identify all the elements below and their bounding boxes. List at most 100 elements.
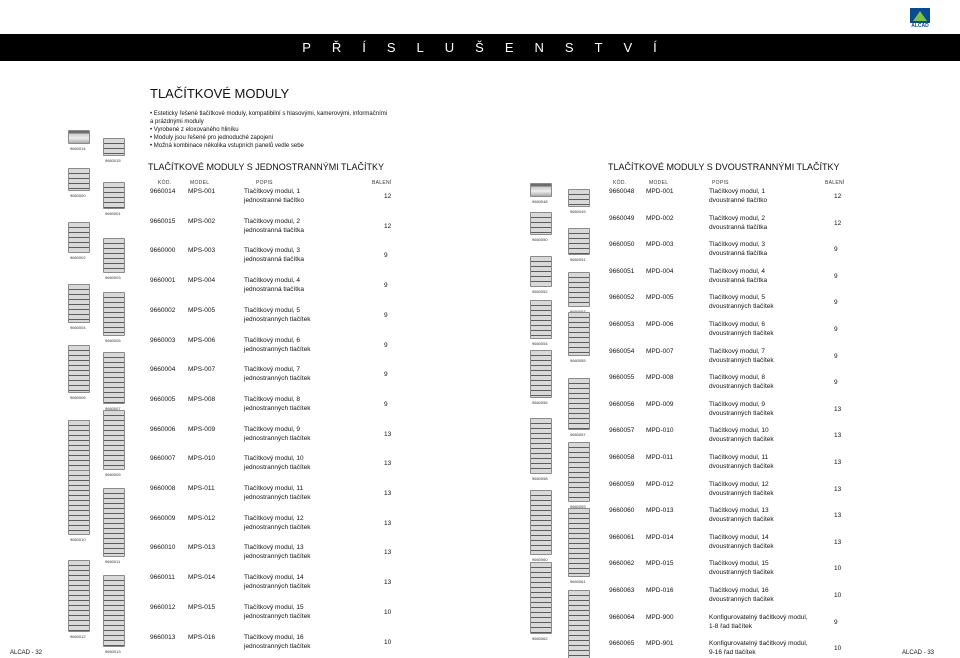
description-line-2: jednostranných tlačítek bbox=[244, 375, 311, 383]
product-description: Tlačítkový modul, 8 dvoustranných tlačíte… bbox=[709, 373, 830, 391]
product-model: MPS-007 bbox=[188, 366, 216, 374]
description-line-1: Tlačítkový modul, 10 bbox=[244, 455, 304, 463]
module-code-caption: 9660002 bbox=[70, 255, 86, 260]
description-line-1: Konfigurovatelný tlačítkový modul, bbox=[709, 613, 808, 621]
pack-quantity: 13 bbox=[384, 430, 392, 438]
product-description: Tlačítkový modul, 4 jednostranná tlačítka bbox=[244, 276, 380, 294]
col-model: MODEL bbox=[190, 180, 210, 186]
description-line-1: Tlačítkový modul, 3 bbox=[709, 241, 765, 249]
product-code: 9660000 bbox=[150, 247, 176, 255]
pack-quantity: 9 bbox=[834, 272, 838, 280]
product-code: 9660054 bbox=[609, 347, 635, 355]
description-line-1: Tlačítkový modul, 13 bbox=[709, 507, 769, 515]
pack-quantity: 12 bbox=[834, 193, 842, 200]
description-line-2: dvoustranných tlačítek bbox=[709, 383, 774, 391]
button-module-image bbox=[568, 228, 590, 255]
product-code: 9660055 bbox=[609, 374, 635, 382]
module-code-caption: 9660055 bbox=[570, 357, 586, 363]
product-description: Tlačítkový modul, 11 dvoustranných tlačít… bbox=[709, 453, 830, 471]
product-code: 9660004 bbox=[150, 366, 176, 374]
product-description: Tlačítkový modul, 16 jednostranných tlačí… bbox=[244, 633, 380, 651]
product-description: Tlačítkový modul, 3 jednostranná tlačítka bbox=[244, 246, 380, 264]
col-baleni: BALENÍ bbox=[825, 180, 845, 186]
pack-quantity: 10 bbox=[384, 608, 392, 616]
table-row: 9660013 MPS-016 Tlačítkový modul, 16 jednos… bbox=[150, 633, 400, 653]
product-model: MPS-014 bbox=[188, 574, 216, 582]
product-model: MPD-001 bbox=[646, 188, 674, 195]
table-row: 9660005 MPS-008 Tlačítkový modul, 8 jednost… bbox=[150, 395, 400, 415]
description-line-1: Tlačítkový modul, 12 bbox=[709, 480, 769, 488]
pack-quantity: 13 bbox=[834, 405, 842, 413]
product-description: Tlačítkový modul, 11 jednostranných tlačí… bbox=[244, 484, 380, 502]
product-code: 9660013 bbox=[150, 633, 176, 641]
description-line-1: Tlačítkový modul, 7 bbox=[709, 347, 765, 355]
bullet: • Vyrobené z eloxovaného hliníku bbox=[150, 127, 239, 133]
description-line-1: Tlačítkový modul, 10 bbox=[709, 427, 769, 435]
description-line-1: Tlačítkový modul, 13 bbox=[244, 544, 304, 552]
product-description: Tlačítkový modul, 15 dvoustranných tlačít… bbox=[709, 559, 830, 577]
button-module-image bbox=[68, 168, 90, 191]
col-popis: POPIS bbox=[256, 180, 273, 186]
button-module-image bbox=[103, 182, 125, 209]
module-code-caption: 9660058 bbox=[532, 476, 548, 482]
module-code-caption: 9660009 bbox=[105, 472, 121, 478]
table-row: 9660052 MPD-005 Tlačítkový modul, 5 dvoustr… bbox=[609, 293, 849, 313]
product-model: MPS-002 bbox=[188, 217, 216, 225]
description-line-2: jednostranných tlačítek bbox=[244, 642, 311, 650]
product-code: 9660057 bbox=[609, 427, 635, 435]
description-line-2: jednostranné tlačítko bbox=[244, 197, 304, 204]
product-model: MPD-003 bbox=[646, 241, 674, 249]
product-model: MPS-004 bbox=[188, 277, 216, 285]
page-title: TLAČÍTKOVÉ MODULY bbox=[150, 86, 290, 101]
description-line-2: 1-8 řad tlačítek bbox=[709, 622, 752, 630]
pack-quantity: 12 bbox=[384, 222, 392, 230]
button-module-image bbox=[530, 490, 552, 555]
product-model: MPS-005 bbox=[188, 306, 216, 314]
pack-quantity: 13 bbox=[384, 549, 392, 557]
pack-quantity: 13 bbox=[834, 459, 842, 466]
pack-quantity: 9 bbox=[384, 371, 388, 379]
product-code: 9660064 bbox=[609, 613, 635, 621]
description-line-1: Tlačítkový modul, 9 bbox=[244, 425, 300, 433]
page-number-right: ALCAD - 33 bbox=[902, 650, 935, 656]
product-description: Tlačítkový modul, 7 jednostranných tlačít… bbox=[244, 365, 380, 383]
description-line-1: Tlačítkový modul, 7 bbox=[244, 366, 300, 374]
description-line-2: dvoustranné tlačítko bbox=[709, 197, 768, 204]
description-line-2: jednostranných tlačítek bbox=[244, 553, 311, 561]
table-row: 9660006 MPS-009 Tlačítkový modul, 9 jednost… bbox=[150, 425, 400, 445]
product-code: 9660058 bbox=[609, 454, 635, 461]
left-section-title: TLAČÍTKOVÉ MODULY S JEDNOSTRANNÝMI TLAČÍ… bbox=[148, 162, 385, 172]
col-model: MODEL bbox=[649, 180, 669, 186]
table-row: 9660000 MPS-003 Tlačítkový modul, 3 jednost… bbox=[150, 246, 400, 266]
description-line-2: dvoustranná tlačítka bbox=[709, 223, 768, 231]
pack-quantity: 13 bbox=[834, 512, 842, 520]
description-line-2: jednostranných tlačítek bbox=[244, 583, 311, 591]
module-code-caption: 9660005 bbox=[105, 337, 121, 343]
product-code: 9660001 bbox=[150, 277, 176, 285]
button-module-image bbox=[103, 575, 125, 647]
description-line-2: jednostranných tlačítek bbox=[244, 315, 311, 323]
product-model: MPD-011 bbox=[646, 454, 673, 461]
product-code: 9660050 bbox=[609, 241, 635, 249]
product-model: MPS-006 bbox=[188, 336, 216, 344]
description-line-1: Tlačítkový modul, 15 bbox=[709, 560, 769, 568]
product-code: 9660007 bbox=[150, 455, 176, 463]
product-description: Tlačítkový modul, 2 dvoustranná tlačítka bbox=[709, 214, 830, 232]
product-description: Tlačítkový modul, 16 dvoustranných tlačít… bbox=[709, 586, 830, 604]
section-header: PŘÍSLUŠENSTVÍ bbox=[0, 34, 960, 61]
product-model: MPS-001 bbox=[188, 188, 216, 195]
description-line-2: jednostranných tlačítek bbox=[244, 612, 311, 620]
button-module-image bbox=[103, 292, 125, 336]
description-line-1: Tlačítkový modul, 8 bbox=[709, 374, 765, 382]
description-line-1: Tlačítkový modul, 2 bbox=[709, 214, 765, 222]
product-model: MPD-005 bbox=[646, 294, 674, 302]
description-line-1: Tlačítkový modul, 5 bbox=[709, 294, 765, 302]
product-code: 9660012 bbox=[150, 603, 176, 611]
module-code-caption: 9660001 bbox=[105, 210, 121, 216]
col-kod: KÓD. bbox=[613, 180, 627, 186]
product-description: Tlačítkový modul, 1 dvoustranné tlačítko bbox=[709, 187, 830, 205]
table-row: 9660002 MPS-005 Tlačítkový modul, 5 jednost… bbox=[150, 306, 400, 326]
pack-quantity: 10 bbox=[384, 638, 392, 646]
pack-quantity: 10 bbox=[834, 592, 842, 599]
product-code: 9660014 bbox=[150, 188, 176, 195]
